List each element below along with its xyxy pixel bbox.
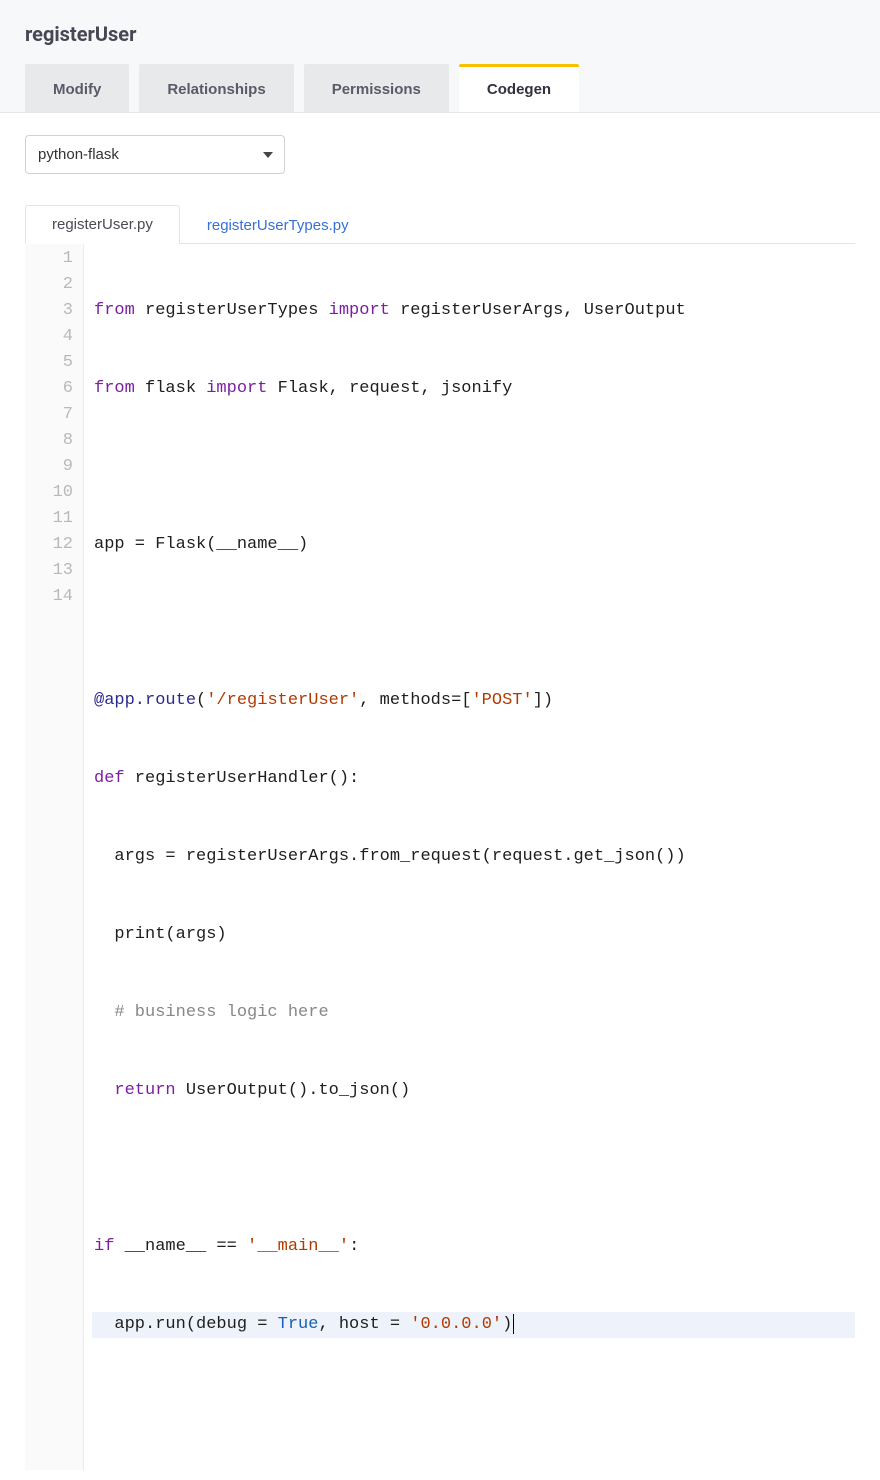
code-line: if __name__ == '__main__': [92,1234,855,1260]
code-line: args = registerUserArgs.from_request(req… [92,844,855,870]
code-line: app = Flask(__name__) [92,532,855,558]
line-number: 4 [35,324,73,350]
code-line: def registerUserHandler(): [92,766,855,792]
line-number: 12 [35,532,73,558]
line-number: 6 [35,376,73,402]
code-line: return UserOutput().to_json() [92,1078,855,1104]
framework-select-wrap: python-flask [25,135,285,174]
code-line: print(args) [92,922,855,948]
code-line [92,610,855,636]
line-number: 14 [35,584,73,610]
line-number: 8 [35,428,73,454]
line-number: 13 [35,558,73,584]
code-line: app.run(debug = True, host = '0.0.0.0') [92,1312,855,1338]
code-line [92,454,855,480]
framework-select[interactable]: python-flask [25,135,285,174]
code-line: from flask import Flask, request, jsonif… [92,376,855,402]
code-body[interactable]: from registerUserTypes import registerUs… [83,244,855,1470]
line-number: 5 [35,350,73,376]
line-number: 10 [35,480,73,506]
file-tabs: registerUser.py registerUserTypes.py [25,204,855,244]
content-area: python-flask registerUser.py registerUse… [0,113,880,1480]
cursor-caret [513,1314,514,1334]
code-line: @app.route('/registerUser', methods=['PO… [92,688,855,714]
tab-permissions[interactable]: Permissions [304,64,449,112]
code-editor[interactable]: 1234567891011121314 from registerUserTyp… [25,244,855,1470]
tab-codegen[interactable]: Codegen [459,64,579,112]
page-title: registerUser [0,0,880,64]
code-line [92,1156,855,1182]
line-number: 11 [35,506,73,532]
tab-modify[interactable]: Modify [25,64,129,112]
gutter: 1234567891011121314 [25,244,83,1470]
line-number: 1 [35,246,73,272]
file-tab-types[interactable]: registerUserTypes.py [180,205,376,244]
line-number: 3 [35,298,73,324]
line-number: 7 [35,402,73,428]
main-tabs: Modify Relationships Permissions Codegen [0,64,880,113]
tab-relationships[interactable]: Relationships [139,64,293,112]
code-line: from registerUserTypes import registerUs… [92,298,855,324]
file-tab-main[interactable]: registerUser.py [25,205,180,244]
code-line: # business logic here [92,1000,855,1026]
line-number: 2 [35,272,73,298]
line-number: 9 [35,454,73,480]
